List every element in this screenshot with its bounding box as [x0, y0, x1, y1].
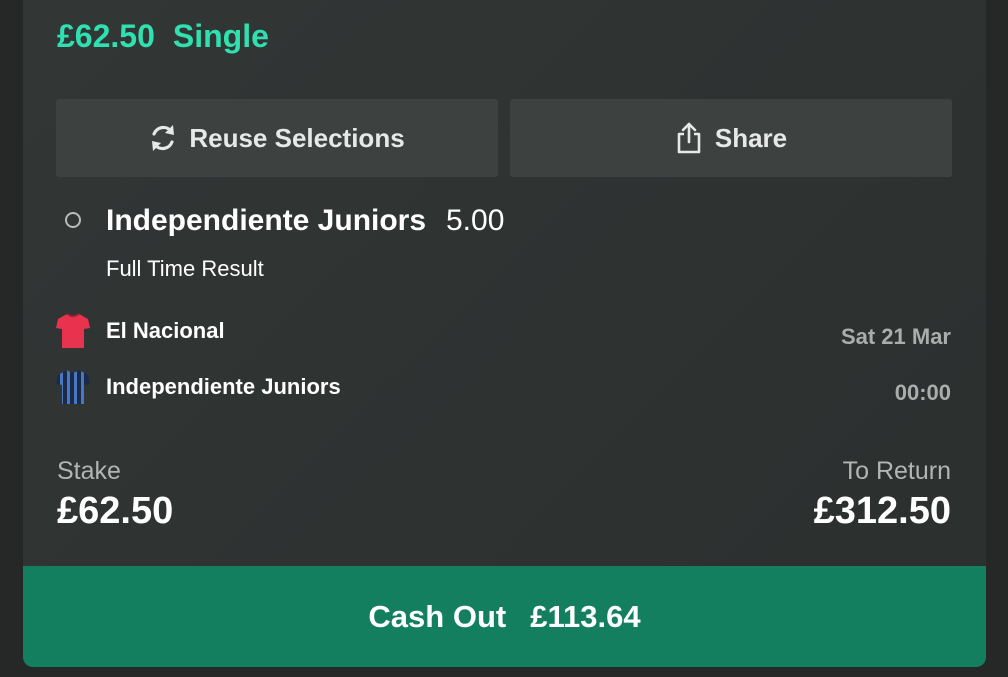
cash-out-value: £113.64 — [530, 598, 641, 634]
stake-value: £62.50 — [57, 490, 174, 532]
home-team-name: El Nacional — [106, 318, 225, 343]
bet-headline: £62.50 Single — [57, 18, 269, 55]
to-return-label: To Return — [842, 457, 951, 485]
away-kit-shirt-icon — [56, 370, 90, 404]
share-icon — [677, 122, 701, 154]
refresh-icon — [152, 125, 175, 151]
reuse-selections-button[interactable]: Reuse Selections — [56, 99, 498, 177]
event-date: Sat 21 Mar — [840, 324, 951, 349]
bet-stake-amount: £62.50 — [57, 18, 155, 54]
reuse-selections-label: Reuse Selections — [189, 122, 405, 153]
market-name: Full Time Result — [106, 256, 264, 281]
home-kit-shirt-icon — [56, 313, 90, 348]
selection-odds: 5.00 — [446, 204, 505, 237]
share-label: Share — [714, 122, 788, 153]
bet-type: Single — [172, 18, 269, 54]
event-time: 00:00 — [894, 380, 951, 405]
share-button[interactable]: Share — [510, 99, 952, 177]
to-return-value: £312.50 — [813, 490, 951, 532]
bet-card: £62.50 Single Reuse Selections Share Inde… — [23, 0, 986, 667]
stake-label: Stake — [57, 457, 121, 485]
cash-out-label: Cash Out — [368, 598, 507, 634]
selection-name: Independiente Juniors — [106, 204, 427, 237]
selection-status-icon — [65, 212, 81, 228]
cash-out-button[interactable]: Cash Out £113.64 — [23, 566, 986, 667]
away-team-name: Independiente Juniors — [106, 374, 341, 399]
